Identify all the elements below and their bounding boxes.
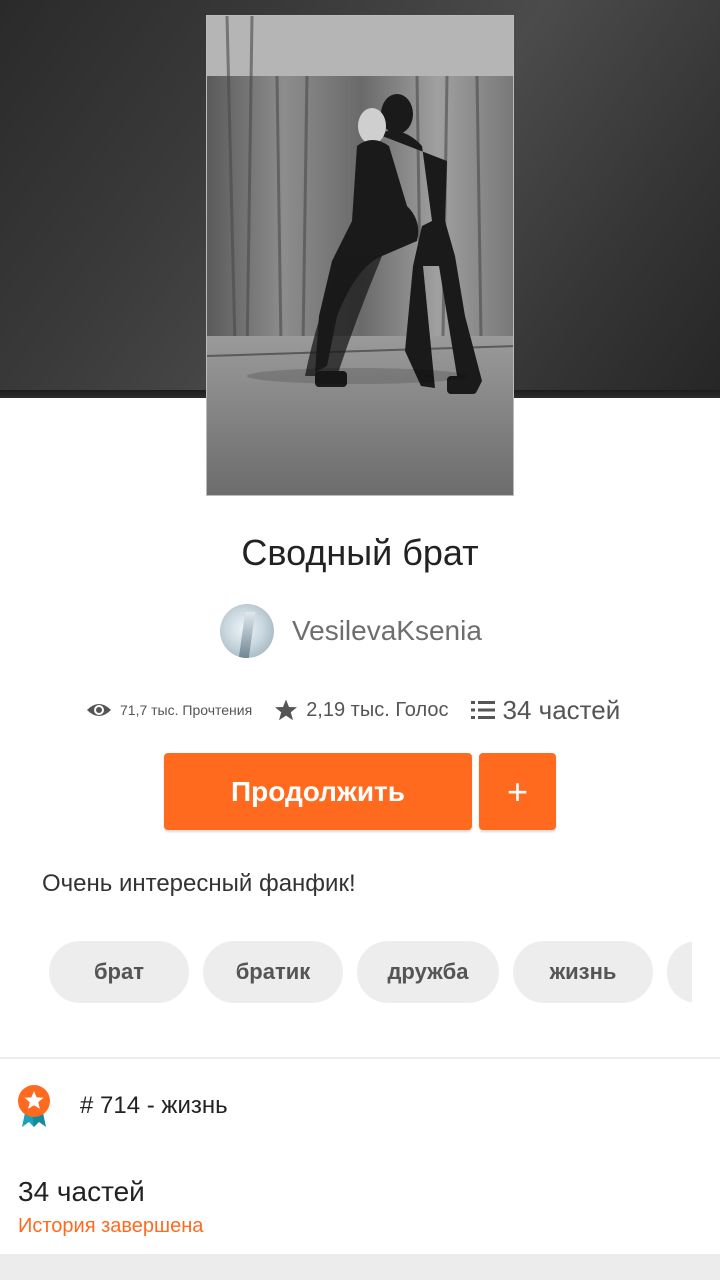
story-stats: 71,7 тыс. Прочтения 2,19 тыс. Голос 34 ч… xyxy=(86,690,642,730)
tag-chip[interactable]: дружба xyxy=(357,941,499,1003)
badge-icon xyxy=(18,1085,50,1127)
ranking-text: # 714 - жизнь xyxy=(80,1092,228,1119)
reads-stat: 71,7 тыс. Прочтения xyxy=(86,701,252,719)
reads-count: 71,7 тыс. Прочтения xyxy=(120,702,253,718)
story-title: Сводный брат xyxy=(241,532,479,573)
section-divider xyxy=(0,1057,720,1059)
ranking-row[interactable]: # 714 - жизнь xyxy=(16,1084,228,1128)
tag-list: брат братик дружба жизнь xyxy=(49,941,692,1003)
tag-chip[interactable]: жизнь xyxy=(513,941,653,1003)
add-to-library-button[interactable]: + xyxy=(479,753,556,830)
story-cover[interactable] xyxy=(206,15,514,496)
tag-chip[interactable]: братик xyxy=(203,941,343,1003)
parts-count-stat: 34 частей xyxy=(502,694,621,725)
parts-stat: 34 частей xyxy=(470,694,621,726)
list-icon xyxy=(470,701,495,719)
tag-chip[interactable]: брат xyxy=(49,941,189,1003)
author-name[interactable]: VesilevaKsenia xyxy=(292,615,482,647)
star-icon xyxy=(275,699,298,721)
parts-count[interactable]: 34 частей xyxy=(18,1176,145,1208)
author-link[interactable]: VesilevaKsenia xyxy=(220,604,482,658)
cover-image xyxy=(207,16,513,495)
author-avatar[interactable] xyxy=(220,604,274,658)
continue-reading-button[interactable]: Продолжить xyxy=(164,753,472,830)
tag-chip[interactable] xyxy=(667,941,692,1003)
votes-count: 2,19 тыс. Голос xyxy=(306,698,449,721)
bottom-section-edge xyxy=(0,1254,720,1280)
story-status: История завершена xyxy=(18,1215,204,1237)
votes-stat: 2,19 тыс. Голос xyxy=(274,698,449,722)
eye-icon xyxy=(87,704,111,716)
story-description: Очень интересный фанфик! xyxy=(42,870,356,897)
